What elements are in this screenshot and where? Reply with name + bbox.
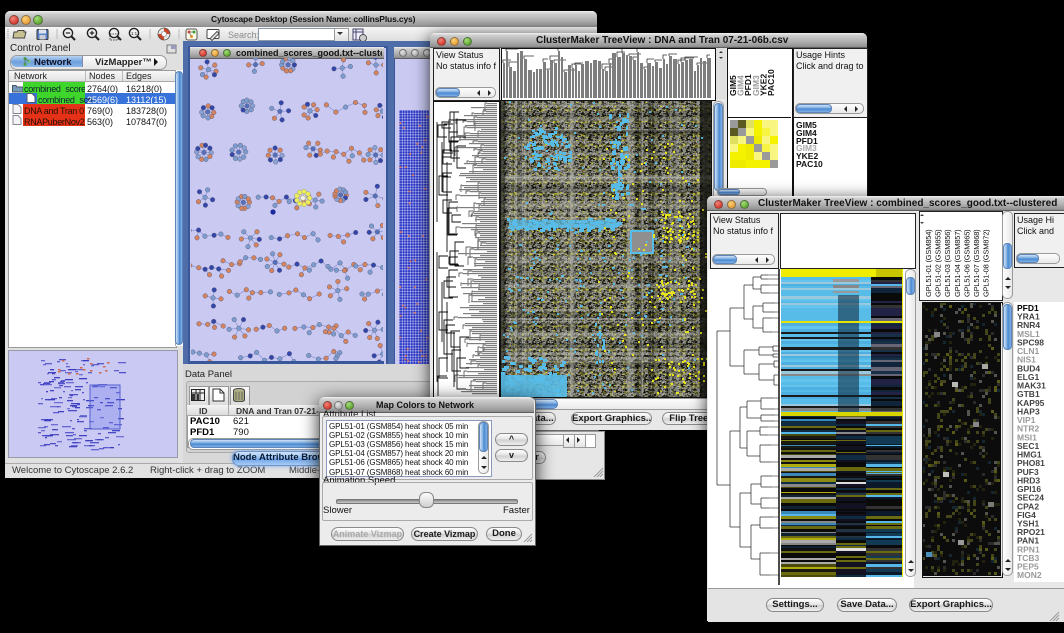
svg-text:GPL51-03 (GSM856): GPL51-03 (GSM856): [943, 229, 952, 297]
svg-text:GPL51-06 (GSM865): GPL51-06 (GSM865): [962, 229, 971, 297]
svg-text:GPL51-01 (GSM854): GPL51-01 (GSM854): [924, 229, 933, 297]
svg-text:GPL51-08 (GSM872): GPL51-08 (GSM872): [982, 229, 991, 297]
svg-text:MON2: MON2: [1017, 570, 1042, 580]
svg-text:1:1: 1:1: [131, 31, 138, 36]
svg-text:PAC10: PAC10: [766, 69, 776, 96]
svg-text:GPL51-07 (GSM868): GPL51-07 (GSM868): [972, 229, 981, 297]
svg-text:GPL51-04 (GSM857): GPL51-04 (GSM857): [953, 229, 962, 297]
svg-text:GPL51-02 (GSM855): GPL51-02 (GSM855): [934, 229, 943, 297]
